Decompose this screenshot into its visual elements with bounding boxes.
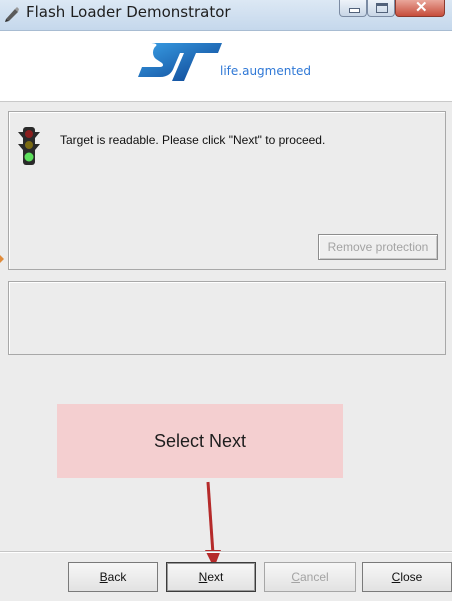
minimize-icon — [349, 8, 360, 13]
instruction-callout: Select Next — [57, 404, 343, 478]
bottom-divider-highlight — [0, 552, 452, 553]
maximize-icon — [376, 3, 388, 13]
back-button-label: ack — [107, 570, 127, 584]
down-arrow-icon — [205, 481, 221, 568]
header-banner: life.augmented — [0, 31, 452, 102]
cancel-button-mnemonic: C — [291, 570, 300, 584]
next-button-label: ext — [207, 570, 224, 584]
side-marker — [0, 255, 4, 263]
app-icon — [5, 7, 19, 22]
back-button-mnemonic: B — [99, 570, 108, 584]
next-button[interactable]: Next — [166, 562, 256, 592]
cancel-button[interactable]: Cancel — [264, 562, 356, 592]
st-logo-icon — [138, 43, 222, 81]
maximize-button[interactable] — [367, 0, 395, 17]
tagline: life.augmented — [220, 64, 312, 78]
title-bar[interactable]: Flash Loader Demonstrator ✕ — [0, 0, 452, 31]
remove-protection-button[interactable]: Remove protection — [318, 234, 438, 260]
back-button[interactable]: Back — [68, 562, 158, 592]
status-message: Target is readable. Please click "Next" … — [60, 133, 326, 147]
window-title: Flash Loader Demonstrator — [26, 3, 231, 21]
cancel-button-label: ancel — [299, 570, 329, 584]
close-icon: ✕ — [415, 0, 428, 16]
instruction-text: Select Next — [153, 430, 247, 451]
traffic-light-icon — [18, 127, 40, 165]
minimize-button[interactable] — [339, 0, 367, 17]
log-panel — [8, 281, 446, 355]
close-window-button[interactable]: ✕ — [395, 0, 445, 17]
close-button[interactable]: Close — [362, 562, 452, 592]
close-button-label: lose — [400, 570, 423, 584]
